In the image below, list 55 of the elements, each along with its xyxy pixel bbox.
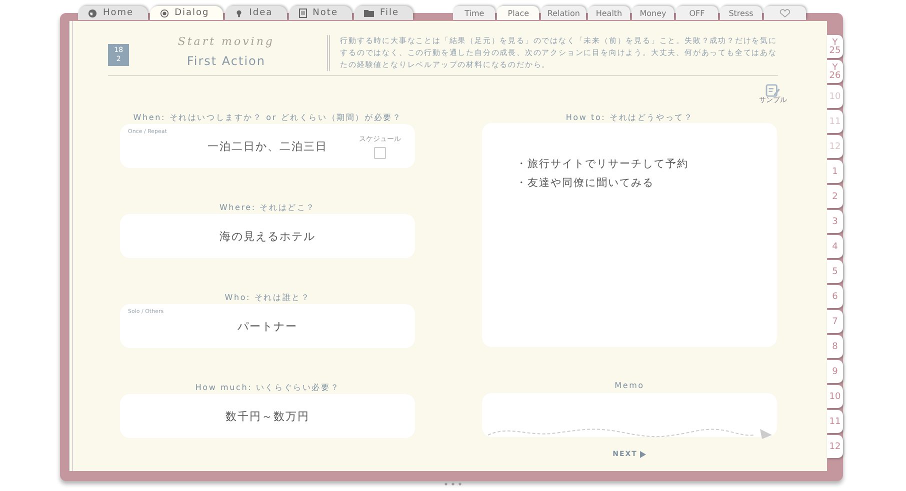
category-tab[interactable]: Relation <box>541 6 586 20</box>
month-tab[interactable]: 3 <box>827 210 843 233</box>
nav-tab[interactable]: Idea <box>225 6 287 20</box>
month-tab[interactable]: Y 25 <box>827 35 843 58</box>
play-icon <box>640 450 646 458</box>
target-icon <box>160 8 169 18</box>
month-tab[interactable]: 2 <box>827 185 843 208</box>
page-title: First Action <box>186 54 266 68</box>
clipboard-icon <box>298 8 307 18</box>
category-tab[interactable]: Health <box>588 6 630 20</box>
answer-text: 海の見えるホテル <box>220 228 316 244</box>
answer-text: パートナー <box>238 318 298 334</box>
answer-text: 一泊二日か、二泊三日 <box>208 138 328 154</box>
month-tab[interactable]: 4 <box>827 235 843 258</box>
answer-text: ・友達や同僚に聞いてみる <box>516 176 655 190</box>
category-tab[interactable]: Place <box>497 6 540 20</box>
question-label: When: それはいつしますか？ or どれくらい（期間）が必要？ <box>133 112 402 123</box>
memo-box[interactable] <box>482 393 777 437</box>
category-tab[interactable]: Time <box>453 6 496 20</box>
nav-tab[interactable]: File <box>354 6 414 20</box>
category-tab[interactable]: Money <box>632 6 674 20</box>
answer-box[interactable]: ・旅行サイトでリサーチして予約 ・友達や同僚に聞いてみる <box>482 123 777 347</box>
nav-tab[interactable]: Dialog <box>150 6 224 20</box>
lightbulb-icon <box>235 8 244 18</box>
question-label: Where: それはどこ？ <box>219 202 316 213</box>
pager-dots-icon <box>444 482 462 486</box>
month-tab[interactable]: 7 <box>827 310 843 333</box>
month-tab[interactable]: 11 <box>827 410 843 433</box>
schedule-checkbox[interactable] <box>374 147 386 159</box>
question-label: How much: いくらぐらい必要？ <box>195 382 340 393</box>
memo-label: Memo <box>614 381 644 392</box>
globe-icon <box>88 8 97 18</box>
answer-text: ・旅行サイトでリサーチして予約 <box>516 157 690 171</box>
nav-tab[interactable]: Note <box>288 6 352 20</box>
month-tab[interactable]: 10 <box>827 385 843 408</box>
answer-box[interactable]: 数千円～数万円 <box>120 394 415 438</box>
month-tab[interactable]: 6 <box>827 285 843 308</box>
category-tab[interactable]: OFF <box>676 6 718 20</box>
question-label: How to: それはどうやって？ <box>566 112 694 123</box>
month-tab[interactable]: 12 <box>827 435 843 458</box>
question-label: Who: それは誰と？ <box>224 292 310 303</box>
month-tab[interactable]: 5 <box>827 260 843 283</box>
month-tab[interactable]: 1 <box>827 160 843 183</box>
script-title: Start moving <box>178 35 274 48</box>
month-tab[interactable]: 9 <box>827 360 843 383</box>
month-tab[interactable]: 8 <box>827 335 843 358</box>
category-tab[interactable]: Stress <box>720 6 762 20</box>
heart-tab[interactable] <box>764 6 806 20</box>
month-tab[interactable]: Y 26 <box>827 60 843 83</box>
heart-icon <box>779 8 791 18</box>
nav-tab[interactable]: Home <box>78 6 148 20</box>
note-edit-icon <box>765 84 781 97</box>
folder-icon <box>364 9 374 17</box>
answer-text: 数千円～数万円 <box>226 408 310 424</box>
answer-box[interactable]: 海の見えるホテル <box>120 214 415 258</box>
